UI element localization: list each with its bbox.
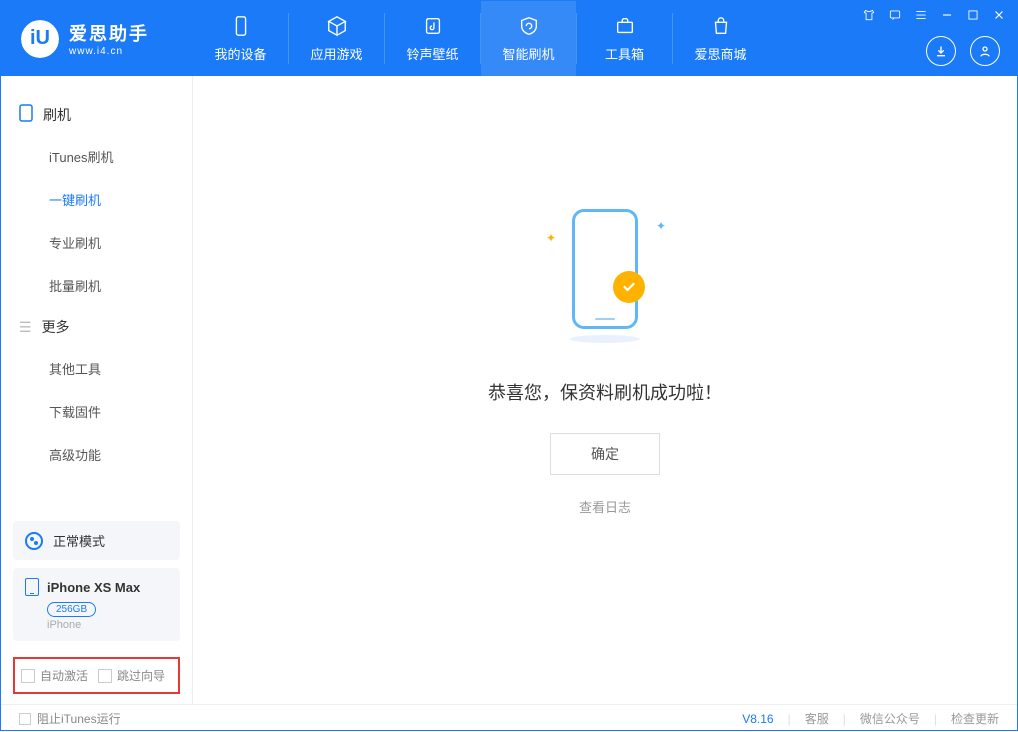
main-content: ✦ ✦ 恭喜您，保资料刷机成功啦！ 确定 查看日志 [193,76,1017,704]
header-spacer [768,1,861,76]
checkbox-icon [98,669,112,683]
sidebar-group-label: 刷机 [43,105,71,125]
nav-label: 我的设备 [214,44,266,63]
statusbar-right: V8.16 | 客服 | 微信公众号 | 检查更新 [742,710,999,727]
checkbox-label: 跳过向导 [117,667,165,684]
ok-button[interactable]: 确定 [550,433,660,475]
view-log-link[interactable]: 查看日志 [488,497,722,516]
nav-ring-wall[interactable]: 铃声壁纸 [385,1,480,76]
sidebar-group-flash: 刷机 [1,94,192,135]
body-area: 刷机 iTunes刷机 一键刷机 专业刷机 批量刷机 ☰ 更多 其他工具 下载固… [1,76,1017,704]
sidebar-item-oneclick-flash[interactable]: 一键刷机 [1,178,192,221]
nav-label: 工具箱 [605,44,644,63]
checkbox-label: 自动激活 [40,667,88,684]
device-capacity: 256GB [47,602,96,617]
separator: | [788,712,791,726]
nav-app-games[interactable]: 应用游戏 [289,1,384,76]
maximize-icon[interactable] [965,7,981,23]
checkbox-icon [19,713,31,725]
sidebar-item-pro-flash[interactable]: 专业刷机 [1,221,192,264]
logo-text: 爱思助手 www.i4.cn [69,20,149,57]
sidebar-item-batch-flash[interactable]: 批量刷机 [1,264,192,307]
checkbox-skip-guide[interactable]: 跳过向导 [98,667,165,684]
sparkle-icon: ✦ [546,231,556,245]
app-name: 爱思助手 [69,20,149,46]
nav-label: 智能刷机 [502,44,554,63]
highlight-box: 自动激活 跳过向导 [13,657,180,694]
more-icon: ☰ [19,319,32,336]
nav-label: 铃声壁纸 [406,44,458,63]
sidebar-item-advanced[interactable]: 高级功能 [1,433,192,476]
nav-tabs: 我的设备 应用游戏 铃声壁纸 智能刷机 工具箱 爱思商城 [193,1,768,76]
phone-icon [229,14,253,38]
sidebar-item-download-fw[interactable]: 下载固件 [1,390,192,433]
nav-label: 爱思商城 [694,44,746,63]
check-update-link[interactable]: 检查更新 [951,710,999,727]
logo-section: iU 爱思助手 www.i4.cn [1,1,193,76]
header-right-icons [926,36,1000,66]
checkbox-label: 阻止iTunes运行 [37,710,121,727]
shopping-bag-icon [709,14,733,38]
success-panel: ✦ ✦ 恭喜您，保资料刷机成功啦！ 确定 查看日志 [488,201,722,516]
statusbar: 阻止iTunes运行 V8.16 | 客服 | 微信公众号 | 检查更新 [1,704,1017,732]
device-box[interactable]: iPhone XS Max 256GB iPhone [13,568,180,641]
nav-store[interactable]: 爱思商城 [673,1,768,76]
separator: | [843,712,846,726]
mode-icon [25,532,43,550]
separator: | [934,712,937,726]
refresh-shield-icon [517,14,541,38]
mode-box[interactable]: 正常模式 [13,521,180,560]
shadow [570,335,640,343]
sidebar-item-other-tools[interactable]: 其他工具 [1,347,192,390]
nav-my-device[interactable]: 我的设备 [193,1,288,76]
sidebar-item-itunes-flash[interactable]: iTunes刷机 [1,135,192,178]
header: iU 爱思助手 www.i4.cn 我的设备 应用游戏 铃声壁纸 智能刷机 工具… [1,1,1017,76]
customer-service-link[interactable]: 客服 [805,710,829,727]
nav-toolbox[interactable]: 工具箱 [577,1,672,76]
phone-small-icon [19,104,33,125]
cube-icon [325,14,349,38]
device-phone-icon [25,578,39,596]
phone-outline-icon [572,209,638,329]
nav-label: 应用游戏 [310,44,362,63]
checkbox-block-itunes[interactable]: 阻止iTunes运行 [19,710,121,727]
phone-illustration: ✦ ✦ [550,201,660,351]
feedback-icon[interactable] [887,7,903,23]
logo-icon: iU [21,20,59,58]
mode-label: 正常模式 [53,531,105,550]
sidebar-group-label: 更多 [42,317,70,337]
close-icon[interactable] [991,7,1007,23]
music-note-icon [421,14,445,38]
device-name-row: iPhone XS Max [25,578,168,596]
minimize-icon[interactable] [939,7,955,23]
success-message: 恭喜您，保资料刷机成功啦！ [488,379,722,405]
menu-icon[interactable] [913,7,929,23]
download-icon[interactable] [926,36,956,66]
checkmark-badge-icon [613,271,645,303]
wechat-link[interactable]: 微信公众号 [860,710,920,727]
app-domain: www.i4.cn [69,46,149,57]
briefcase-icon [613,14,637,38]
sidebar-spacer [1,476,192,513]
version-label: V8.16 [742,712,773,726]
user-icon[interactable] [970,36,1000,66]
checkbox-auto-activate[interactable]: 自动激活 [21,667,88,684]
sidebar-group-more: ☰ 更多 [1,307,192,347]
device-type: iPhone [47,619,168,631]
checkbox-icon [21,669,35,683]
device-name: iPhone XS Max [47,580,140,595]
skin-icon[interactable] [861,7,877,23]
nav-smart-flash[interactable]: 智能刷机 [481,1,576,76]
sidebar: 刷机 iTunes刷机 一键刷机 专业刷机 批量刷机 ☰ 更多 其他工具 下载固… [1,76,193,704]
sparkle-icon: ✦ [656,219,666,233]
